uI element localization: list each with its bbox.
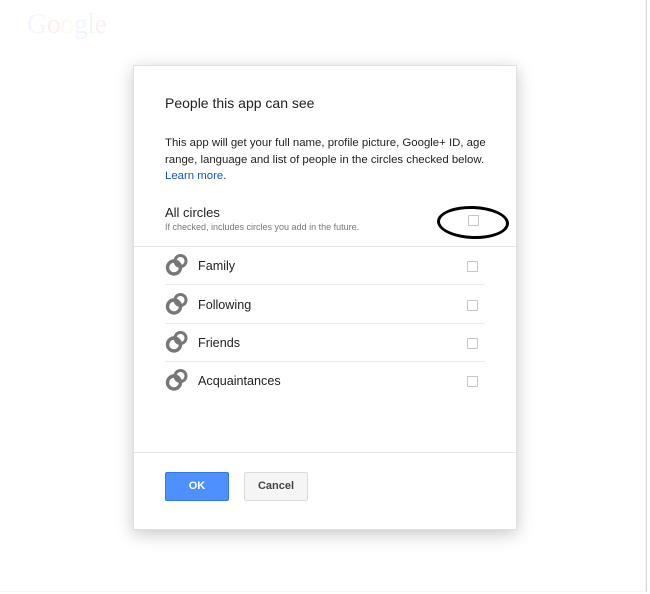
ok-button[interactable]: OK	[165, 472, 229, 501]
divider	[165, 284, 485, 285]
circles-icon	[165, 293, 188, 315]
friends-checkbox[interactable]	[467, 338, 478, 349]
circle-label: Family	[198, 259, 236, 273]
circle-item-friends[interactable]: Friends	[165, 324, 485, 362]
circle-label: Following	[198, 298, 252, 312]
dialog-description: This app will get your full name, profil…	[165, 135, 491, 185]
circles-icon	[165, 369, 188, 391]
circle-label: Friends	[198, 336, 240, 350]
all-circles-label: All circles	[165, 205, 220, 220]
circle-label: Acquaintances	[198, 374, 281, 388]
description-text: This app will get your full name, profil…	[165, 137, 486, 166]
footer-divider	[134, 452, 516, 453]
circles-icon	[165, 331, 188, 353]
annotation-ellipse	[436, 204, 510, 241]
learn-more-link[interactable]: Learn more	[165, 170, 223, 182]
circle-item-acquaintances[interactable]: Acquaintances	[165, 362, 485, 400]
circle-item-family[interactable]: Family	[165, 247, 485, 285]
all-circles-sublabel: If checked, includes circles you add in …	[165, 222, 360, 232]
circle-item-following[interactable]: Following	[165, 286, 485, 324]
cancel-button[interactable]: Cancel	[244, 472, 308, 501]
family-checkbox[interactable]	[467, 261, 478, 272]
description-end: .	[223, 170, 227, 182]
acquaintances-checkbox[interactable]	[467, 376, 478, 387]
dialog-title: People this app can see	[165, 95, 315, 111]
permissions-dialog: People this app can see This app will ge…	[133, 65, 517, 530]
following-checkbox[interactable]	[467, 300, 478, 311]
circles-icon	[165, 254, 188, 276]
